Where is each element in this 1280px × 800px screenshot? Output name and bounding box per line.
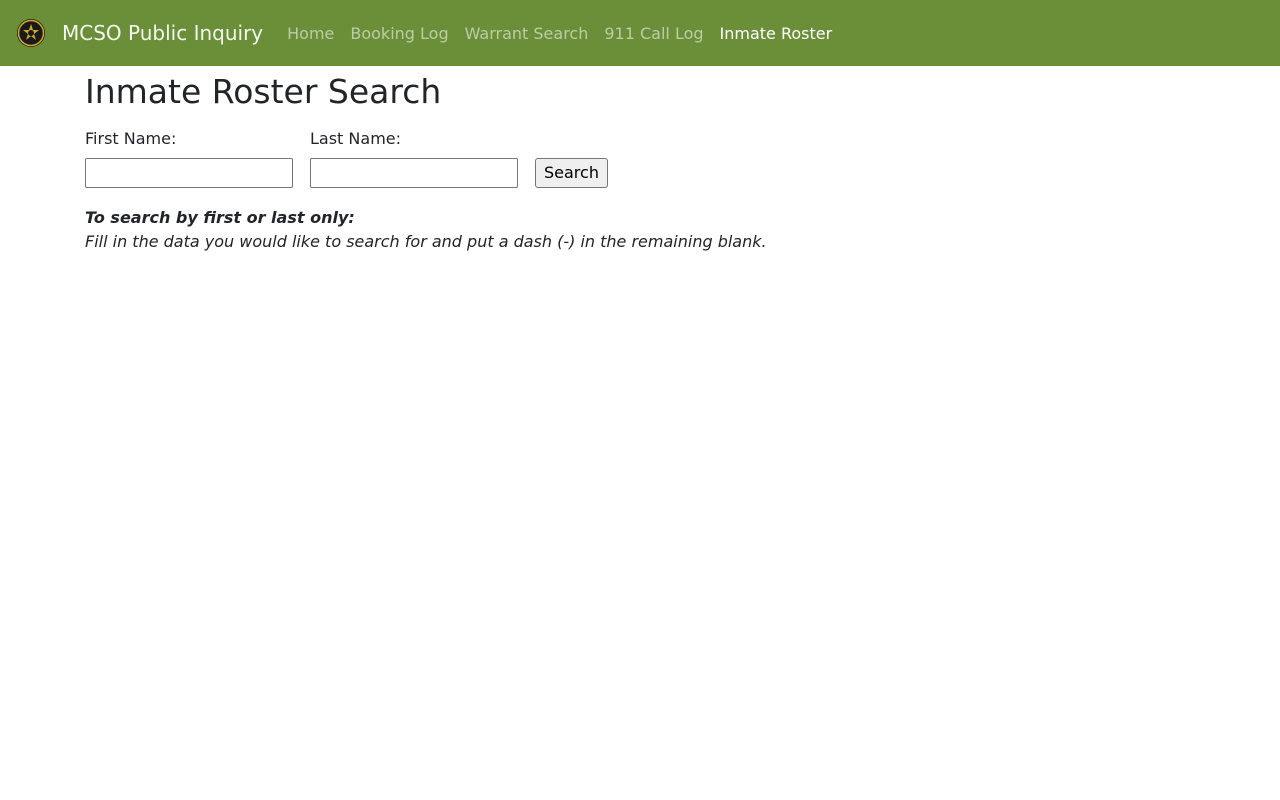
nav-links: Home Booking Log Warrant Search 911 Call…: [279, 24, 840, 43]
nav-link-home[interactable]: Home: [279, 24, 342, 43]
nav-link-inmate-roster[interactable]: Inmate Roster: [712, 24, 841, 43]
sheriff-badge-icon: [16, 18, 46, 48]
first-name-label: First Name:: [85, 128, 177, 148]
brand-link[interactable]: MCSO Public Inquiry: [16, 18, 263, 48]
nav-link-warrant-search[interactable]: Warrant Search: [457, 24, 597, 43]
page-title: Inmate Roster Search: [85, 72, 442, 111]
inmate-search-form: First Name: Last Name: Search: [85, 129, 1280, 188]
search-button[interactable]: Search: [535, 157, 608, 188]
hint-title: To search by first or last only:: [85, 207, 355, 227]
last-name-field-group: Last Name:: [310, 129, 518, 188]
last-name-label: Last Name:: [310, 128, 402, 148]
first-name-field-group: First Name:: [85, 129, 293, 188]
brand-name: MCSO Public Inquiry: [62, 21, 264, 45]
top-navbar: MCSO Public Inquiry Home Booking Log War…: [0, 0, 1280, 66]
nav-link-911-call-log[interactable]: 911 Call Log: [596, 24, 711, 43]
search-hint: To search by first or last only: Fill in…: [85, 206, 1280, 254]
nav-link-booking-log[interactable]: Booking Log: [342, 24, 456, 43]
main-content: Inmate Roster Search First Name: Last Na…: [0, 66, 1280, 254]
hint-body: Fill in the data you would like to searc…: [85, 231, 767, 251]
first-name-input[interactable]: [85, 157, 293, 188]
last-name-input[interactable]: [310, 157, 518, 188]
